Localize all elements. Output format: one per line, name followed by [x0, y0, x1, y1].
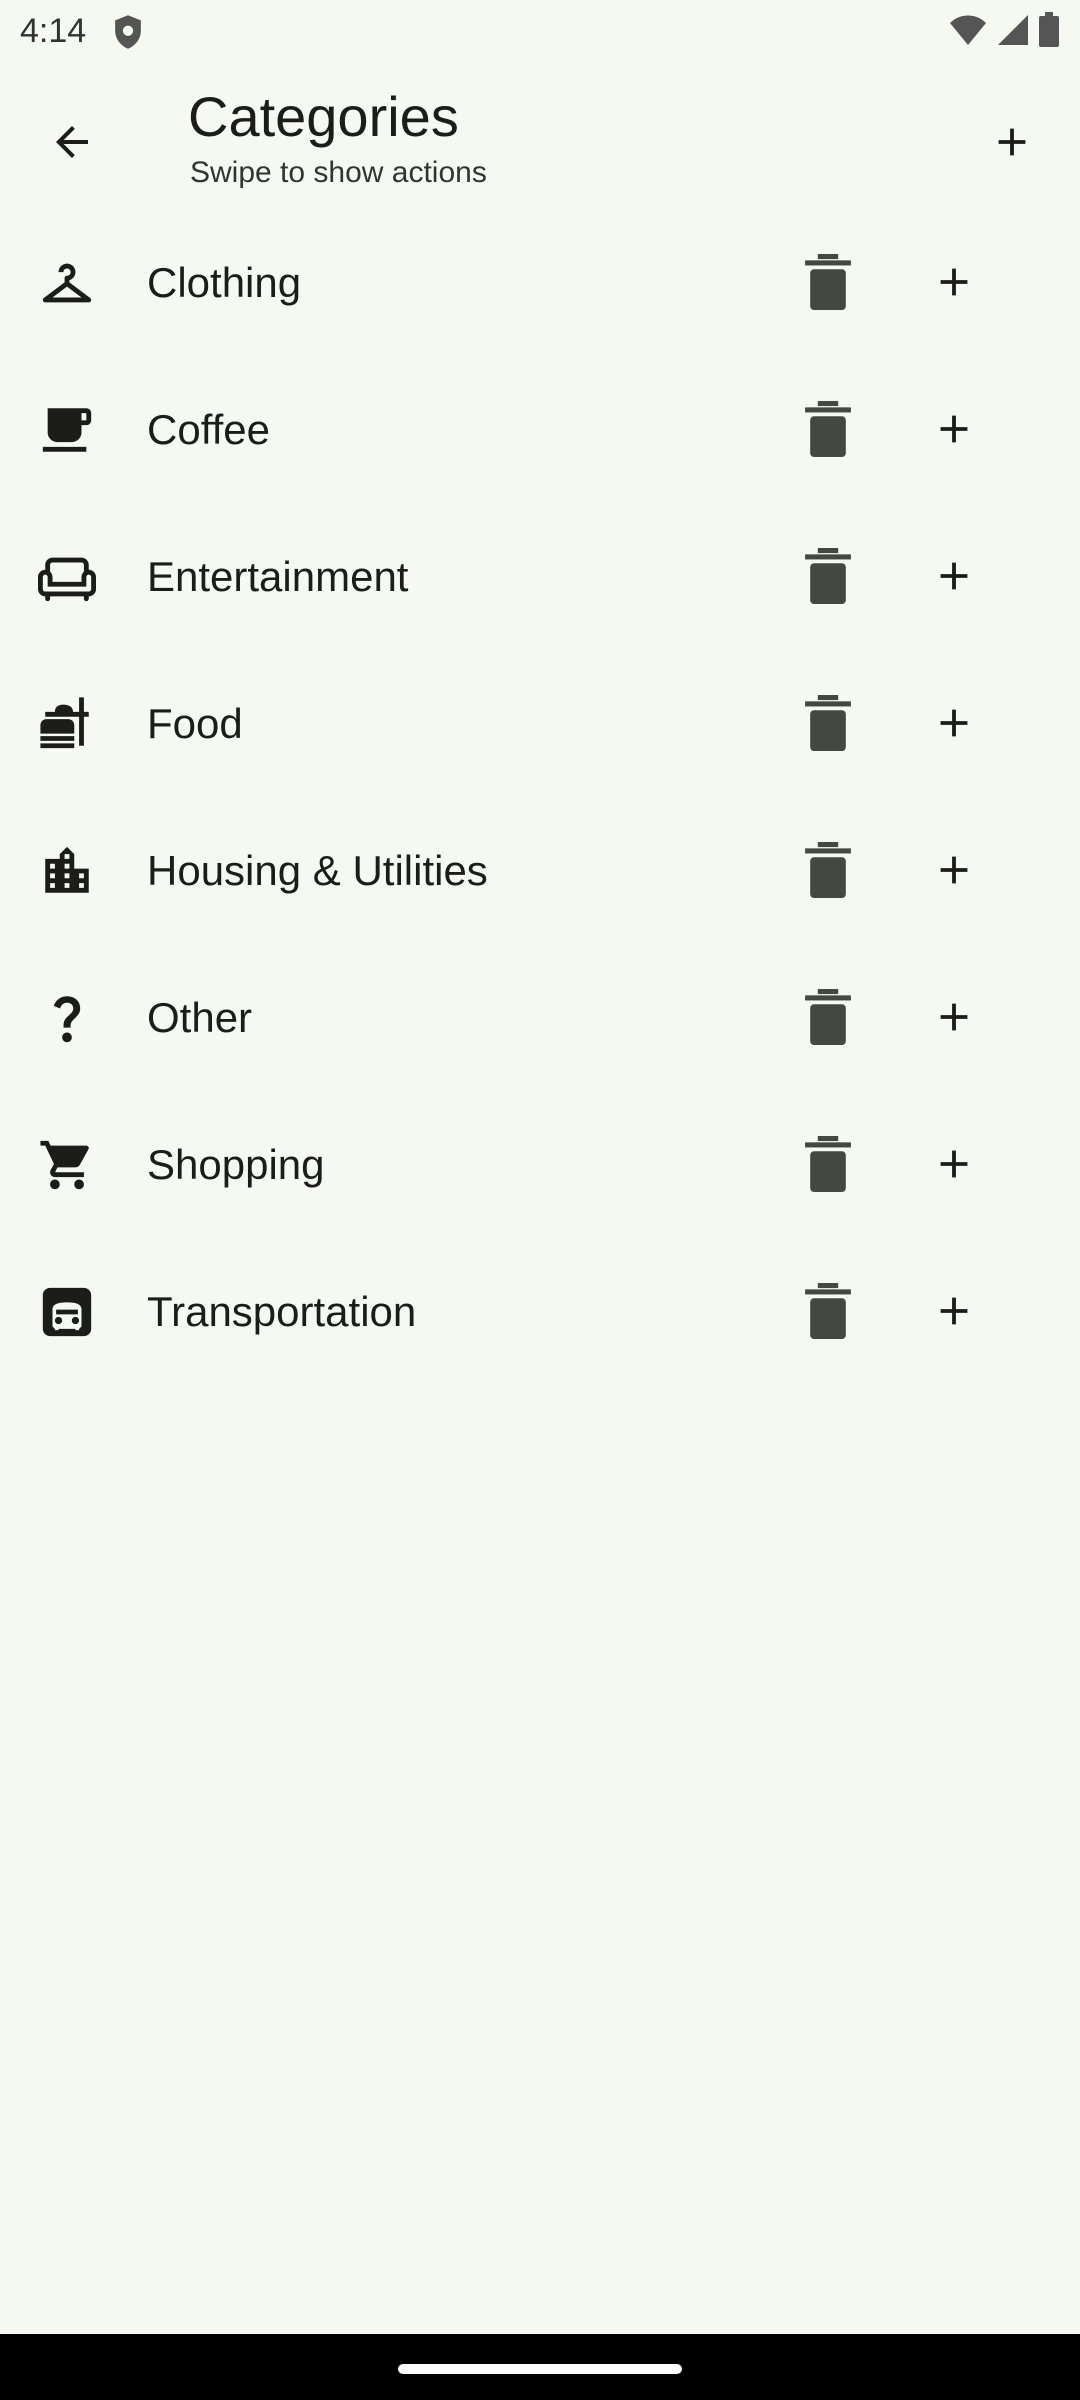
delete-button[interactable] [790, 242, 866, 322]
wifi-icon [948, 13, 988, 52]
add-button[interactable] [914, 683, 994, 763]
delete-button[interactable] [790, 683, 866, 763]
category-list: Clothing Coffee Entertainment Food Housi… [0, 209, 1080, 1385]
delete-button[interactable] [790, 830, 866, 910]
delete-button[interactable] [790, 977, 866, 1057]
category-row-coffee[interactable]: Coffee [0, 356, 1080, 503]
category-row-clothing[interactable]: Clothing [0, 209, 1080, 356]
category-label: Shopping [147, 1141, 325, 1188]
plus-icon [940, 415, 968, 443]
building-icon [38, 842, 96, 900]
add-button[interactable] [914, 1271, 994, 1351]
plus-icon [940, 1297, 968, 1325]
trash-icon [805, 548, 851, 604]
category-row-other[interactable]: Other [0, 944, 1080, 1091]
train-icon [38, 1283, 96, 1341]
category-label: Housing & Utilities [147, 847, 488, 894]
category-label: Food [147, 700, 243, 747]
question-mark-icon [38, 989, 96, 1047]
plus-icon [940, 1150, 968, 1178]
plus-icon [940, 268, 968, 296]
add-button[interactable] [914, 1124, 994, 1204]
add-button[interactable] [914, 389, 994, 469]
shield-icon [112, 14, 144, 50]
category-row-housing-utilities[interactable]: Housing & Utilities [0, 797, 1080, 944]
back-button[interactable] [32, 102, 112, 182]
add-button[interactable] [914, 536, 994, 616]
status-bar: 4:14 [0, 0, 1080, 64]
category-row-shopping[interactable]: Shopping [0, 1091, 1080, 1238]
plus-icon [940, 856, 968, 884]
plus-icon [940, 562, 968, 590]
trash-icon [805, 1283, 851, 1339]
category-label: Transportation [147, 1288, 417, 1335]
add-category-button[interactable] [972, 102, 1052, 182]
page-title: Categories [188, 85, 459, 148]
category-label: Entertainment [147, 553, 409, 600]
app-bar: Categories Swipe to show actions [0, 64, 1080, 214]
home-gesture-handle[interactable] [398, 2364, 682, 2374]
category-row-food[interactable]: Food [0, 650, 1080, 797]
plus-icon [940, 1003, 968, 1031]
category-label: Clothing [147, 259, 302, 306]
battery-icon [1038, 12, 1060, 53]
coffee-cup-icon [38, 401, 96, 459]
plus-icon [940, 709, 968, 737]
category-label: Other [147, 994, 253, 1041]
add-button[interactable] [914, 977, 994, 1057]
page-subtitle: Swipe to show actions [190, 156, 487, 189]
category-row-transportation[interactable]: Transportation [0, 1238, 1080, 1385]
delete-button[interactable] [790, 536, 866, 616]
trash-icon [805, 401, 851, 457]
delete-button[interactable] [790, 389, 866, 469]
arrow-back-icon [56, 126, 88, 158]
trash-icon [805, 989, 851, 1045]
signal-icon [996, 13, 1030, 52]
delete-button[interactable] [790, 1271, 866, 1351]
plus-icon [998, 128, 1026, 156]
trash-icon [805, 695, 851, 751]
status-icons [948, 12, 1060, 53]
sofa-icon [38, 548, 96, 606]
trash-icon [805, 1136, 851, 1192]
delete-button[interactable] [790, 1124, 866, 1204]
category-row-entertainment[interactable]: Entertainment [0, 503, 1080, 650]
fastfood-icon [38, 695, 96, 753]
trash-icon [805, 842, 851, 898]
add-button[interactable] [914, 830, 994, 910]
category-label: Coffee [147, 406, 270, 453]
trash-icon [805, 254, 851, 310]
status-time: 4:14 [20, 12, 87, 50]
shopping-cart-icon [38, 1136, 96, 1194]
hanger-icon [38, 254, 96, 312]
add-button[interactable] [914, 242, 994, 322]
system-navigation-bar [0, 2334, 1080, 2400]
